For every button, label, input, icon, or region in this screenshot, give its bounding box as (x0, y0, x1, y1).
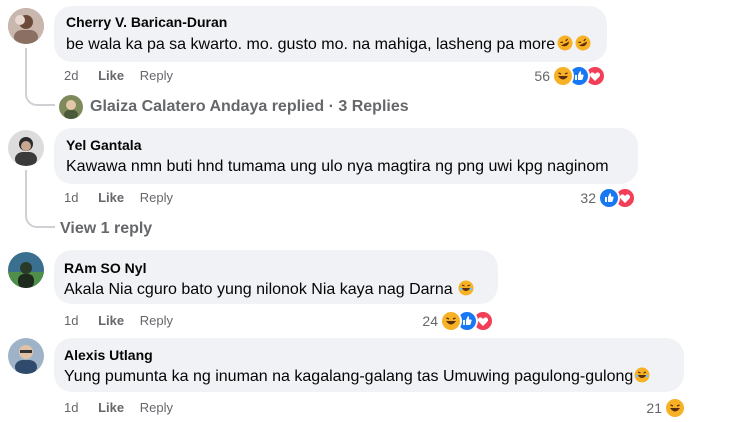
reply-button[interactable]: Reply (140, 68, 173, 83)
rofl-icon (557, 35, 573, 51)
reply-avatar[interactable] (59, 95, 83, 119)
replies-summary-link[interactable]: Glaiza Calatero Andaya replied · 3 Repli… (90, 98, 409, 116)
reply-button[interactable]: Reply (140, 400, 173, 415)
comment-author[interactable]: Cherry V. Barican-Duran (66, 14, 227, 30)
comment-author[interactable]: Alexis Utlang (64, 347, 153, 363)
like-button[interactable]: Like (98, 68, 124, 83)
comment-actions: 1d Like Reply (64, 313, 173, 328)
avatar[interactable] (8, 338, 44, 374)
rofl-icon (575, 35, 591, 51)
haha-icon[interactable] (664, 397, 686, 419)
avatar[interactable] (8, 252, 44, 288)
comment-author[interactable]: Yel Gantala (66, 137, 141, 153)
comment-text: Kawawa nmn buti hnd tumama ung ulo nya m… (66, 158, 609, 175)
comment-actions: 1d Like Reply (64, 400, 173, 415)
comment-actions: 1d Like Reply (64, 190, 173, 205)
comment-author[interactable]: RAm SO Nyl (64, 260, 146, 276)
view-replies-link[interactable]: View 1 reply (60, 220, 152, 238)
haha-icon[interactable] (552, 65, 574, 87)
laughing-icon (458, 280, 474, 296)
haha-icon[interactable] (440, 310, 462, 332)
reaction-count[interactable]: 32 (576, 190, 596, 206)
comment-actions: 2d Like Reply (64, 68, 173, 83)
comment-text: be wala ka pa sa kwarto. mo. gusto mo. n… (66, 35, 591, 54)
like-button[interactable]: Like (98, 400, 124, 415)
comment-text: Akala Nia cguro bato yung nilonok Nia ka… (64, 280, 474, 299)
like-icon[interactable] (598, 187, 620, 209)
comment-time[interactable]: 2d (64, 68, 78, 83)
avatar[interactable] (8, 130, 44, 166)
thread-connector (25, 80, 55, 106)
avatar[interactable] (8, 8, 44, 44)
reply-button[interactable]: Reply (140, 190, 173, 205)
comment-text: Yung pumunta ka ng inuman na kagalang-ga… (64, 367, 650, 386)
thread-connector (25, 202, 55, 228)
like-button[interactable]: Like (98, 190, 124, 205)
reply-button[interactable]: Reply (140, 313, 173, 328)
comment-time[interactable]: 1d (64, 190, 78, 205)
like-button[interactable]: Like (98, 313, 124, 328)
comment-time[interactable]: 1d (64, 313, 78, 328)
reaction-count[interactable]: 56 (530, 68, 550, 84)
reaction-count[interactable]: 21 (642, 400, 662, 416)
laughing-icon (634, 367, 650, 383)
reaction-count[interactable]: 24 (418, 313, 438, 329)
comment-time[interactable]: 1d (64, 400, 78, 415)
